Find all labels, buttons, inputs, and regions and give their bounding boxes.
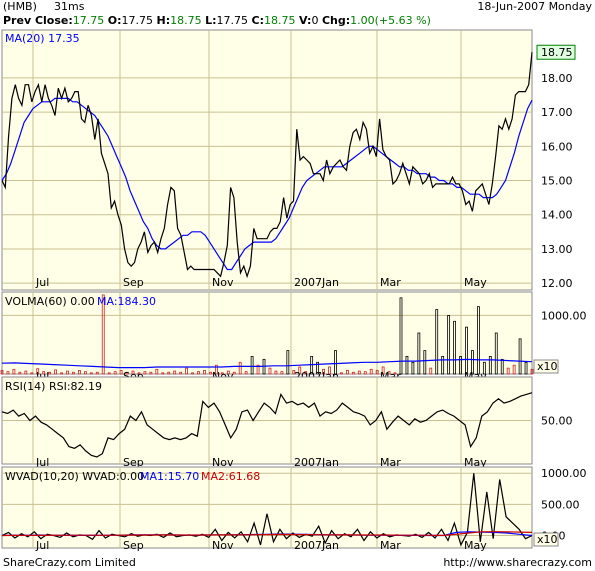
footer-bar: ShareCrazy.com Limited http://www.sharec…: [0, 556, 595, 570]
x-tick-label: Mar: [380, 539, 401, 552]
x-tick-label: Nov: [212, 276, 234, 289]
y-tick-label: 13.00: [541, 243, 573, 256]
x-tick-label: 2007Jan: [294, 539, 339, 552]
y-tick-label: 16.00: [541, 140, 573, 153]
x-tick-label: Mar: [380, 276, 401, 289]
y-tick-label: 500.00: [541, 498, 580, 511]
y-tick-label: 15.00: [541, 175, 573, 188]
footer-company: ShareCrazy.com Limited: [3, 556, 136, 569]
price-panel: [1, 29, 533, 291]
wvad-multiplier: x10: [537, 533, 558, 546]
x-tick-label: 2007Jan: [294, 276, 339, 289]
x-tick-label: Sep: [123, 539, 144, 552]
wvad-ma2-label: MA2:61.68: [201, 470, 260, 483]
y-tick-label: 1000.00: [541, 467, 587, 480]
y-tick-label: 12.00: [541, 277, 573, 290]
rsi-title: RSI(14) RSI:82.19: [5, 380, 102, 393]
wvad-title: WVAD(10,20) WVAD:0.00: [5, 470, 144, 483]
x-tick-label: Nov: [212, 539, 234, 552]
y-tick-label: 1000.00: [541, 309, 587, 322]
x-tick-label: Jul: [35, 276, 49, 289]
last-price-label: 18.75: [541, 46, 573, 59]
x-tick-label: Sep: [123, 276, 144, 289]
y-tick-label: 18.00: [541, 72, 573, 85]
wvad-ma1-label: MA1:15.70: [140, 470, 199, 483]
footer-url: http://www.sharecrazy.com: [443, 556, 592, 569]
x-tick-label: May: [464, 276, 487, 289]
y-tick-label: 50.00: [541, 415, 573, 428]
y-tick-label: 17.00: [541, 106, 573, 119]
x-tick-label: May: [464, 539, 487, 552]
stock-chart: 18.00 17.00 16.00 15.00 14.00 13.00 12.00 18.75…: [0, 29, 587, 552]
volume-ma-label: MA:184.30: [97, 295, 156, 308]
x-tick-label: Jul: [35, 539, 49, 552]
volume-multiplier: x10: [537, 360, 558, 373]
volume-title: VOLMA(60) 0.00: [5, 295, 95, 308]
ma20-title: MA(20) 17.35: [5, 32, 80, 45]
y-tick-label: 14.00: [541, 209, 573, 222]
